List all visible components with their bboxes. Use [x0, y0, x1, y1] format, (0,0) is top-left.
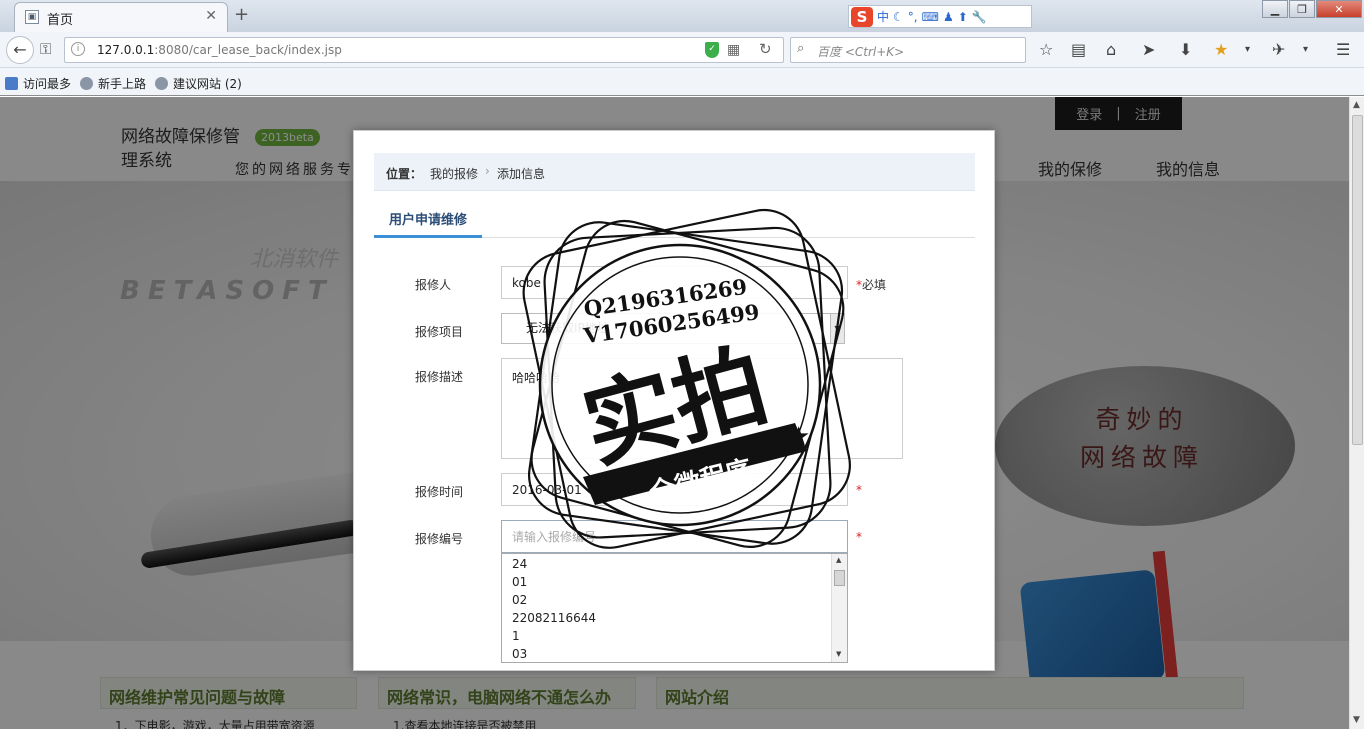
- tab-title: 首页: [47, 13, 74, 28]
- shield-icon[interactable]: ✓: [705, 42, 719, 58]
- chevron-down-icon[interactable]: ▼: [830, 314, 844, 343]
- globe-icon: [80, 77, 93, 90]
- info-icon[interactable]: i: [71, 42, 85, 56]
- scroll-down-icon[interactable]: ▼: [836, 650, 841, 658]
- url-text[interactable]: 127.0.0.1:8080/car_lease_back/index.jsp: [97, 43, 342, 57]
- required-note: *必填: [856, 278, 887, 292]
- send-icon[interactable]: ➤: [1142, 40, 1155, 59]
- scroll-thumb[interactable]: [1352, 115, 1363, 445]
- download-icon[interactable]: ⬇: [1179, 40, 1192, 59]
- bookmark-most-visited[interactable]: 访问最多: [5, 75, 71, 92]
- bookmark-suggested-sites[interactable]: 建议网站 (2): [155, 75, 242, 92]
- autocomplete-item[interactable]: 22082116644: [512, 611, 596, 625]
- browser-tab[interactable]: ▣ 首页 ✕: [14, 2, 228, 32]
- autocomplete-item[interactable]: 02: [512, 593, 527, 607]
- close-window-button[interactable]: ✕: [1316, 0, 1362, 18]
- breadcrumb-add-info: 添加信息: [497, 167, 546, 181]
- breadcrumb-my-repairs[interactable]: 我的报修: [430, 165, 478, 182]
- autocomplete-scrollbar[interactable]: ▲ ▼: [831, 554, 847, 662]
- dropdown-icon[interactable]: ▾: [1303, 44, 1308, 55]
- page-scrollbar[interactable]: ▲ ▼: [1349, 97, 1364, 729]
- chevron-right-icon: ›: [485, 164, 490, 178]
- moon-icon[interactable]: ☾: [893, 10, 904, 24]
- scroll-thumb[interactable]: [834, 570, 845, 586]
- description-label: 报修描述: [415, 370, 464, 384]
- scroll-up-icon[interactable]: ▲: [836, 556, 841, 564]
- punctuation-icon[interactable]: °,: [908, 10, 918, 24]
- repair-time-input[interactable]: [501, 473, 848, 506]
- dropdown-icon[interactable]: ▾: [1245, 44, 1250, 55]
- skin-icon[interactable]: ⬆: [958, 10, 968, 24]
- bookmarks-bar: 访问最多 新手上路 建议网站 (2): [0, 68, 1364, 96]
- nav-bar: ← ⚿ i 127.0.0.1:8080/car_lease_back/inde…: [0, 32, 1364, 68]
- autocomplete-item[interactable]: 24: [512, 557, 527, 571]
- new-tab-icon[interactable]: +: [234, 4, 249, 25]
- minimize-button[interactable]: ▁: [1262, 0, 1288, 18]
- scroll-down-icon[interactable]: ▼: [1353, 715, 1360, 725]
- wrench-icon[interactable]: 🔧: [972, 10, 987, 24]
- autocomplete-item[interactable]: 01: [512, 575, 527, 589]
- reporter-label: 报修人: [415, 278, 452, 292]
- repair-item-select[interactable]: 无法获取IP地址 ▼: [501, 313, 845, 344]
- key-icon[interactable]: ⚿: [40, 40, 51, 58]
- breadcrumb: 位置： 我的报修 › 添加信息: [374, 153, 975, 191]
- bookmark-star-icon[interactable]: ☆: [1039, 40, 1053, 59]
- search-icon: ⌕: [797, 41, 805, 56]
- ime-toolbar[interactable]: S 中 ☾ °, ⌨ ♟ ⬆ 🔧: [848, 5, 1032, 28]
- close-tab-icon[interactable]: ✕: [205, 8, 217, 24]
- repair-code-label: 报修编号: [415, 532, 464, 546]
- sogou-icon: S: [851, 6, 873, 27]
- breadcrumb-label: 位置：: [386, 167, 423, 181]
- reporter-input[interactable]: [501, 266, 848, 299]
- selected-option: 无法获取IP地址: [526, 321, 609, 335]
- repair-code-input[interactable]: [501, 520, 848, 553]
- image-icon: ▣: [25, 10, 39, 24]
- search-placeholder: 百度 <Ctrl+K>: [817, 45, 905, 59]
- home-icon[interactable]: ⌂: [1106, 40, 1116, 59]
- back-button[interactable]: ←: [6, 36, 34, 64]
- bookmark-getting-started[interactable]: 新手上路: [80, 75, 146, 92]
- repair-item-label: 报修项目: [415, 325, 464, 339]
- autocomplete-item[interactable]: 1: [512, 629, 520, 643]
- ime-lang[interactable]: 中: [877, 8, 889, 25]
- user-icon[interactable]: ♟: [943, 10, 954, 24]
- qr-code-icon[interactable]: ▦: [727, 42, 740, 58]
- title-bar: ▣ 首页 ✕ + S 中 ☾ °, ⌨ ♟ ⬆ 🔧 ▁ ❐ ✕: [0, 0, 1364, 32]
- search-bar[interactable]: ⌕ 百度 <Ctrl+K>: [790, 37, 1026, 63]
- scroll-up-icon[interactable]: ▲: [1353, 100, 1360, 110]
- reload-icon[interactable]: ↻: [759, 40, 772, 58]
- menu-icon[interactable]: ☰: [1336, 40, 1350, 59]
- required-mark: *: [856, 483, 862, 497]
- globe-icon: [155, 77, 168, 90]
- url-bar[interactable]: i 127.0.0.1:8080/car_lease_back/index.js…: [64, 37, 784, 63]
- required-mark: *: [856, 530, 862, 544]
- autocomplete-list: 24 01 02 22082116644 1 03 ▲ ▼: [501, 553, 848, 663]
- extension-star-icon[interactable]: ★: [1214, 40, 1228, 59]
- add-repair-dialog: 位置： 我的报修 › 添加信息 用户申请维修 报修人 *必填 报修项目 无法获取…: [353, 130, 995, 671]
- autocomplete-item[interactable]: 03: [512, 647, 527, 661]
- description-textarea[interactable]: 哈哈哈哈: [501, 358, 903, 459]
- tab-user-repair-request[interactable]: 用户申请维修: [374, 211, 482, 238]
- tab-strip: 用户申请维修: [374, 211, 975, 238]
- bookmark-folder-icon: [5, 77, 18, 90]
- addon-icon[interactable]: ✈: [1272, 40, 1285, 59]
- repair-time-label: 报修时间: [415, 485, 464, 499]
- maximize-button[interactable]: ❐: [1289, 0, 1315, 18]
- keyboard-icon[interactable]: ⌨: [922, 10, 939, 24]
- reading-list-icon[interactable]: ▤: [1071, 40, 1086, 59]
